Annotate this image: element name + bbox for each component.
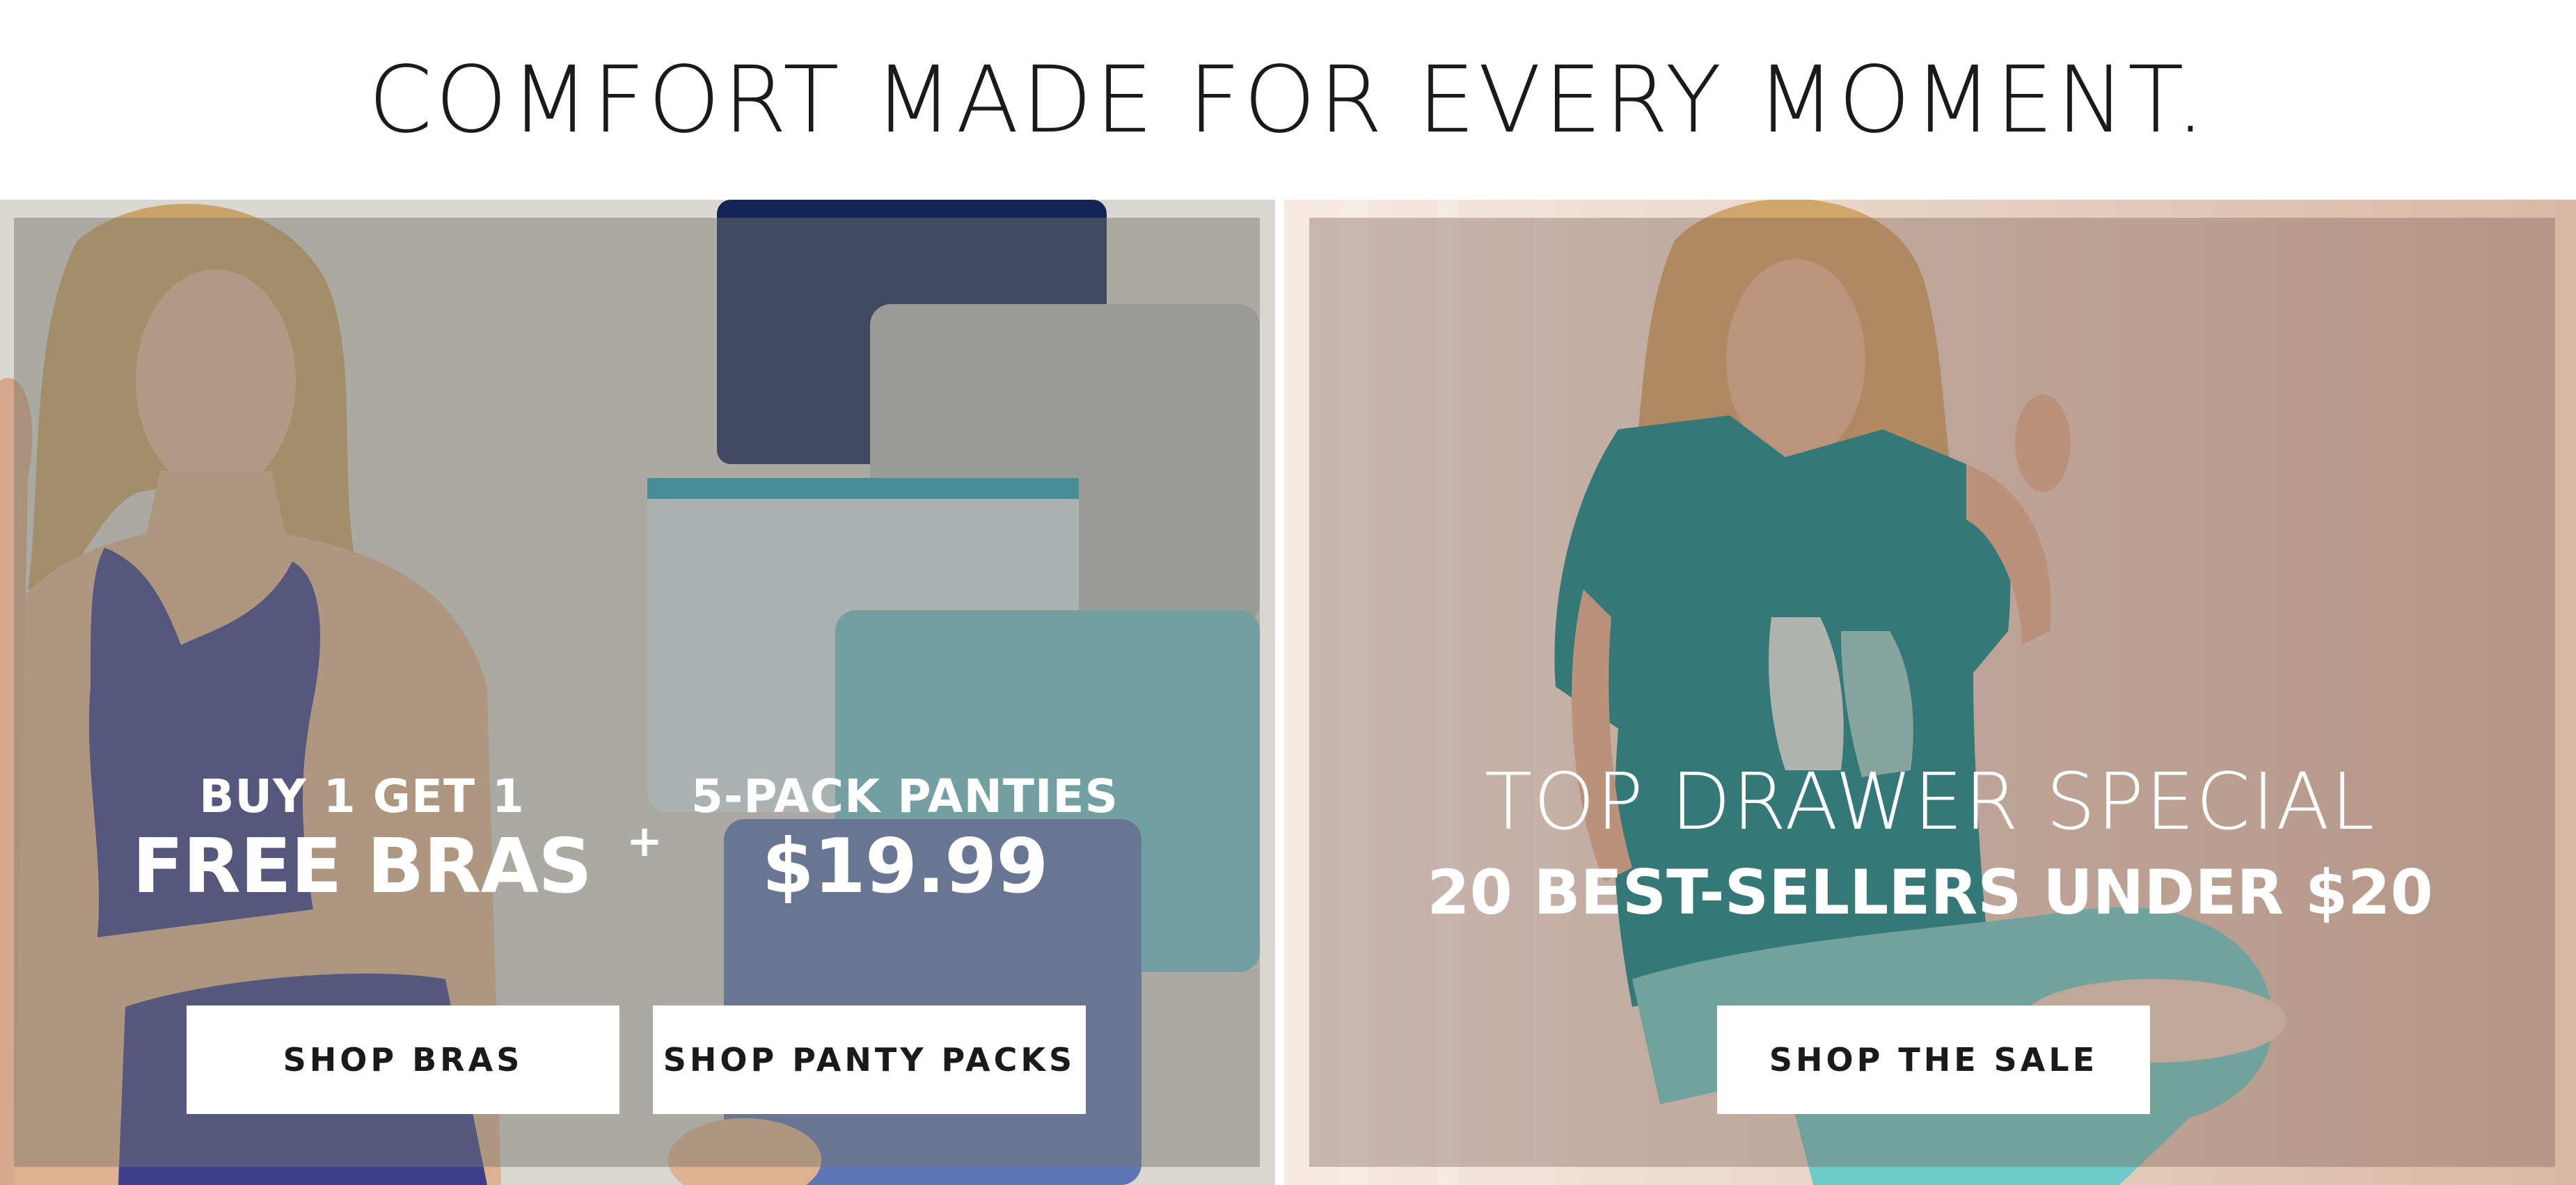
bras-panties-promo-panel[interactable]: BUY 1 GET 1 FREE BRAS + 5-PACK PANTIES $…: [0, 200, 1275, 1185]
bogo-label: BUY 1 GET 1: [199, 770, 525, 823]
plus-sign: +: [626, 816, 663, 866]
shop-panty-packs-button[interactable]: SHOP PANTY PACKS: [653, 1005, 1086, 1114]
panty-pack-price: $19.99: [761, 823, 1049, 910]
bogo-bras-offer: BUY 1 GET 1 FREE BRAS: [104, 774, 619, 905]
panty-pack-label: 5-PACK PANTIES: [690, 770, 1119, 823]
promo-page: COMFORT MADE FOR EVERY MOMENT. BUY 1 GET…: [0, 0, 2576, 1185]
shop-bras-button[interactable]: SHOP BRAS: [187, 1005, 619, 1114]
top-drawer-offer: TOP DRAWER SPECIAL 20 BEST-SELLERS UNDER…: [1284, 763, 2576, 923]
best-sellers-subtitle: 20 BEST-SELLERS UNDER $20: [1427, 857, 2433, 928]
page-headline: COMFORT MADE FOR EVERY MOMENT.: [368, 46, 2208, 154]
top-drawer-title: TOP DRAWER SPECIAL: [1484, 757, 2376, 848]
panty-pack-offer: 5-PACK PANTIES $19.99: [661, 774, 1148, 905]
top-drawer-sale-panel[interactable]: TOP DRAWER SPECIAL 20 BEST-SELLERS UNDER…: [1284, 200, 2576, 1185]
shop-the-sale-button[interactable]: SHOP THE SALE: [1717, 1005, 2150, 1114]
free-bras-label: FREE BRAS: [132, 823, 592, 910]
